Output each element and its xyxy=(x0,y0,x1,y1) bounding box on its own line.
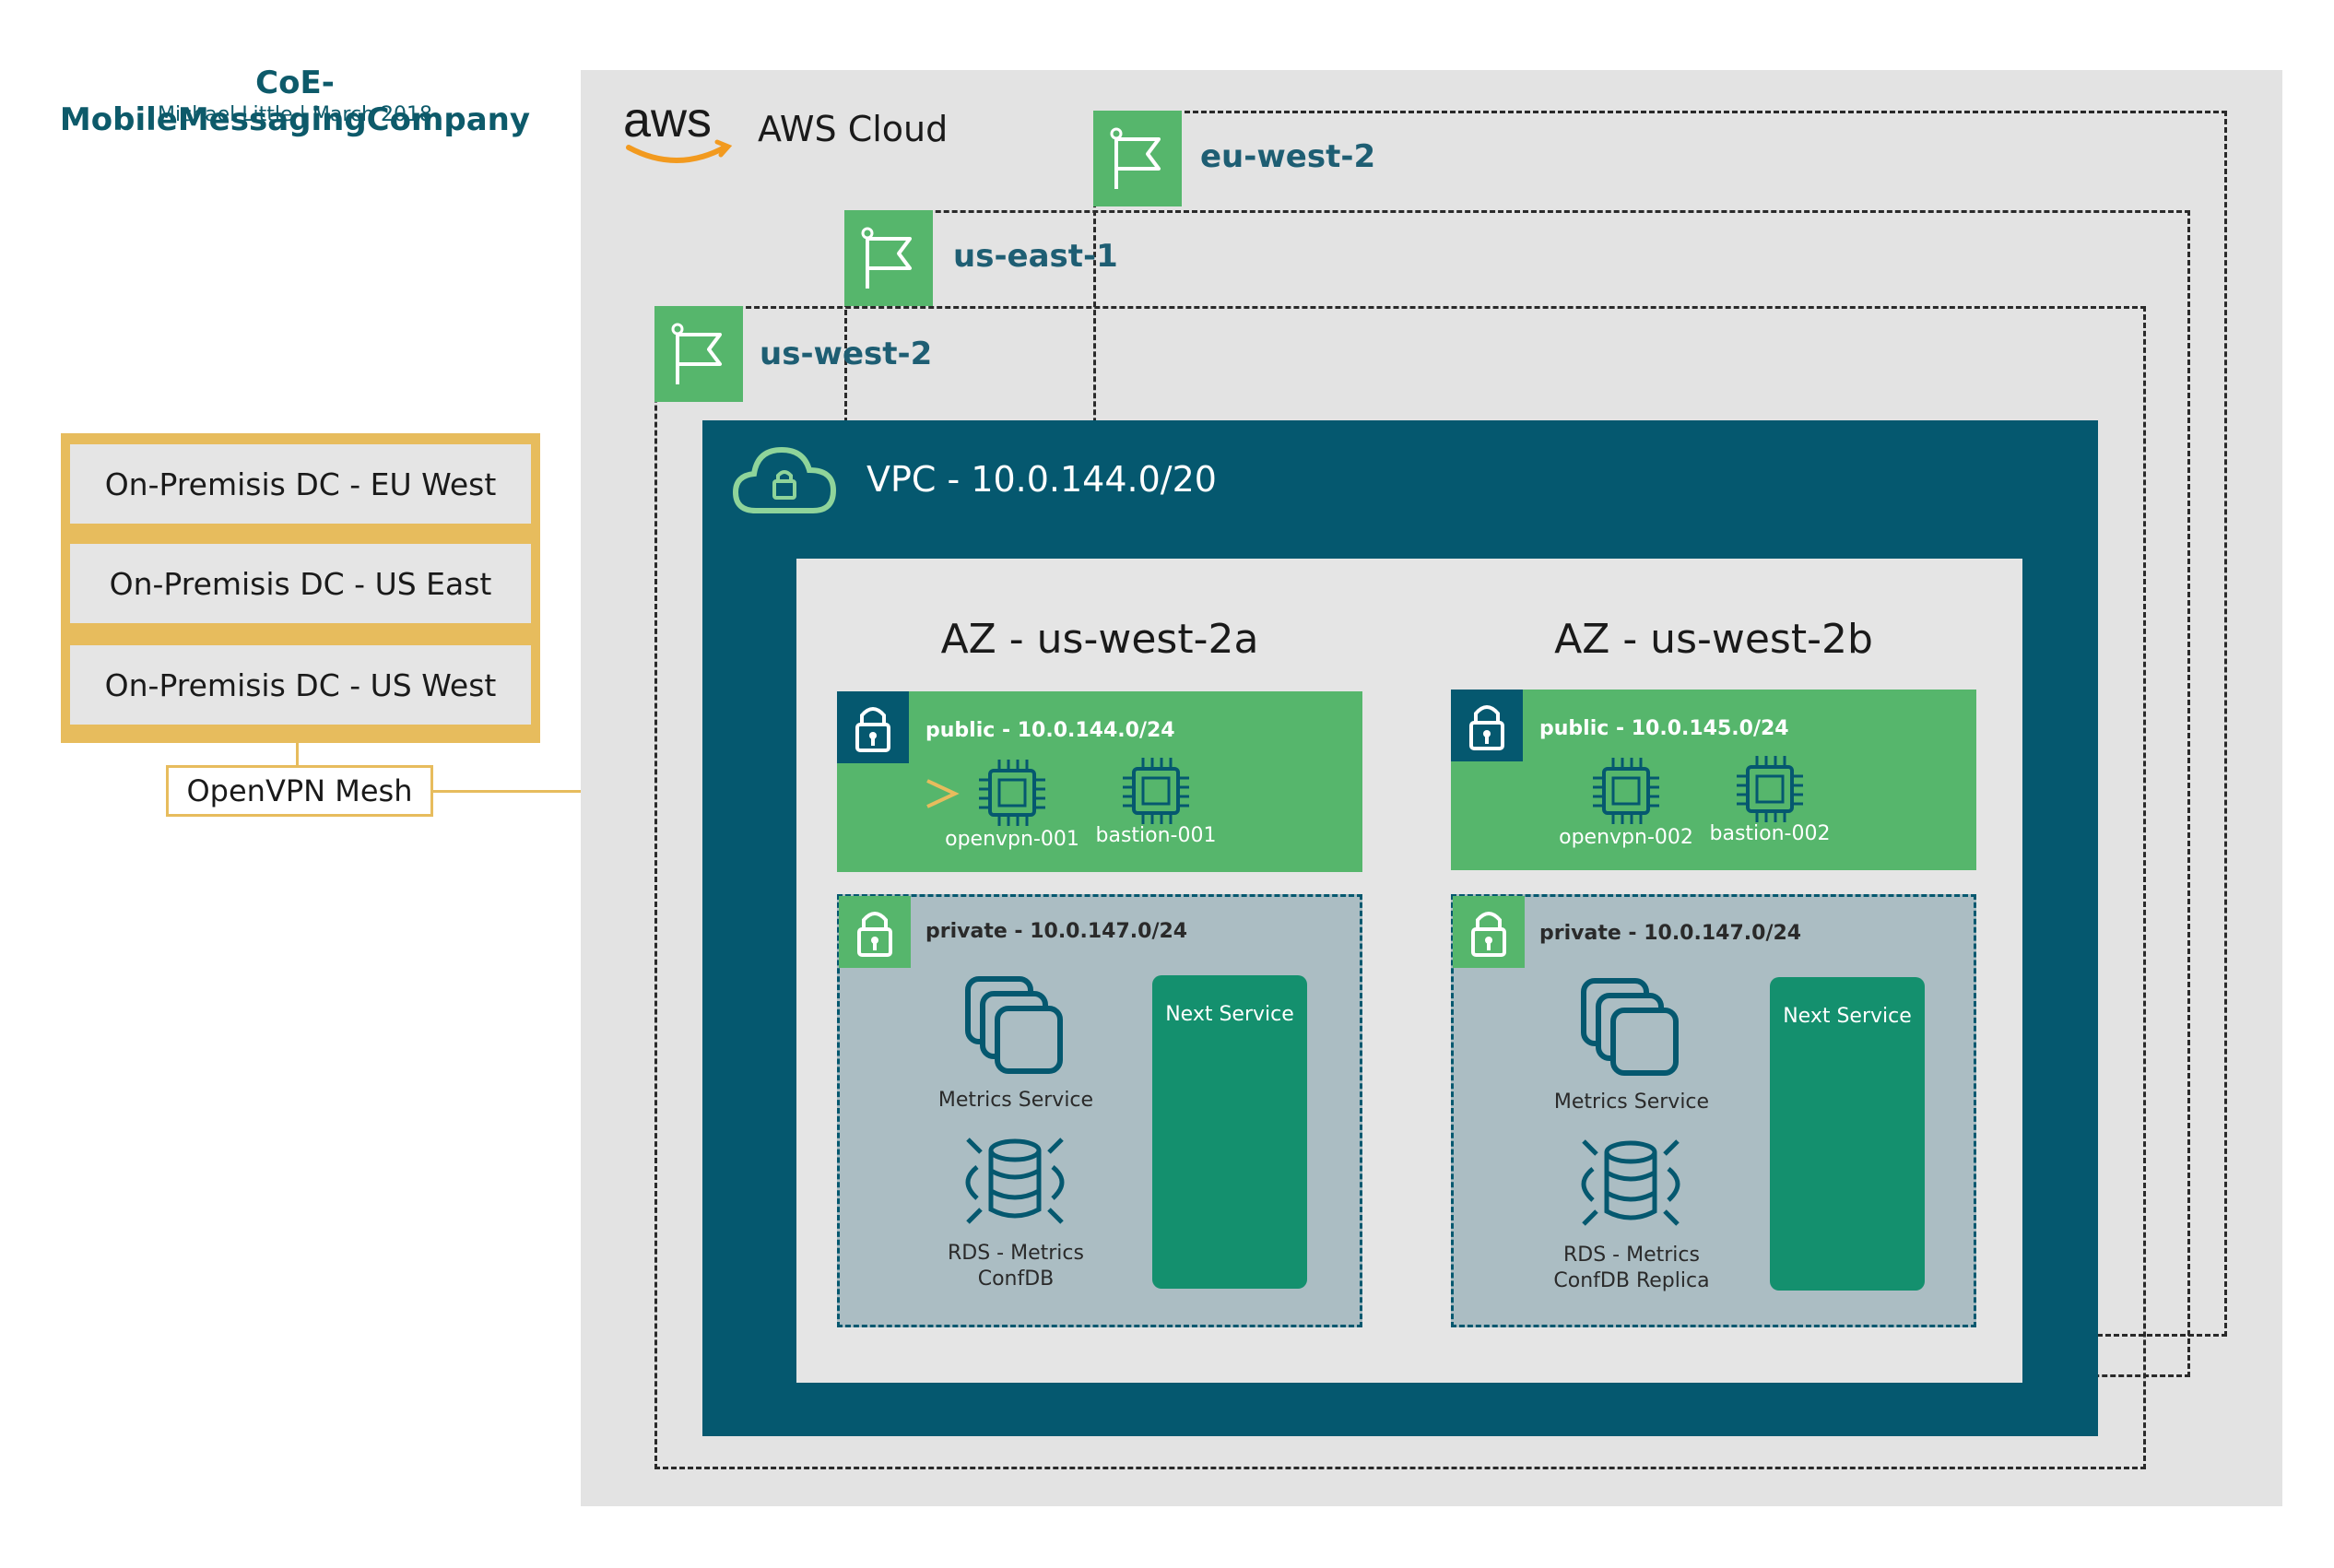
chip-icon xyxy=(1733,752,1807,830)
diagram-title: CoE-MobileMessagingCompany xyxy=(59,65,531,138)
region-label-us-east-1: us-east-1 xyxy=(953,238,1118,275)
private-subnet-a-label: private - 10.0.147.0/24 xyxy=(925,920,1188,943)
rds-label-b-line2: ConfDB Replica xyxy=(1553,1269,1710,1292)
aws-cloud-label: AWS Cloud xyxy=(758,109,949,149)
dc-us-east: On-Premisis DC - US East xyxy=(70,544,531,623)
rds-label-a-line1: RDS - Metrics xyxy=(948,1242,1084,1265)
rds-label-b-line1: RDS - Metrics xyxy=(1563,1244,1700,1267)
openvpn-mesh-label: OpenVPN Mesh xyxy=(166,765,433,817)
public-subnet-b-label: public - 10.0.145.0/24 xyxy=(1539,717,1789,740)
dc-eu-west: On-Premisis DC - EU West xyxy=(70,444,531,524)
vpn-arrowhead xyxy=(922,777,961,814)
flag-icon xyxy=(654,306,743,402)
database-icon xyxy=(955,1130,1075,1235)
region-label-eu-west-2: eu-west-2 xyxy=(1200,138,1376,175)
vpc-label: VPC - 10.0.144.0/20 xyxy=(866,459,1217,500)
dc-us-west: On-Premisis DC - US West xyxy=(70,645,531,725)
instance-label-bastion-002: bastion-002 xyxy=(1709,822,1831,845)
container-stack-icon xyxy=(962,973,1073,1084)
private-subnet-b-label: private - 10.0.147.0/24 xyxy=(1539,922,1802,945)
chip-icon xyxy=(1119,754,1193,831)
public-subnet-a-label: public - 10.0.144.0/24 xyxy=(925,719,1175,742)
aws-logo-text: aws xyxy=(623,94,712,147)
lock-icon xyxy=(1451,690,1523,761)
lock-icon xyxy=(1453,896,1525,968)
flag-icon xyxy=(1093,111,1182,206)
next-service-a: Next Service xyxy=(1152,975,1307,1289)
vpn-connector xyxy=(296,743,299,765)
instance-label-openvpn-002: openvpn-002 xyxy=(1559,826,1693,849)
chip-icon xyxy=(1589,754,1663,831)
next-service-b: Next Service xyxy=(1770,977,1925,1291)
rds-label-a-line2: ConfDB xyxy=(977,1267,1055,1291)
az-title-a: AZ - us-west-2a xyxy=(940,616,1259,663)
lock-icon xyxy=(837,691,909,763)
aws-logo-icon: aws xyxy=(621,92,741,171)
database-icon xyxy=(1571,1132,1691,1237)
region-label-us-west-2: us-west-2 xyxy=(760,336,933,372)
container-stack-icon xyxy=(1578,975,1689,1086)
chip-icon xyxy=(975,756,1049,833)
az-title-b: AZ - us-west-2b xyxy=(1554,616,1873,663)
lock-icon xyxy=(839,896,911,968)
instance-label-openvpn-001: openvpn-001 xyxy=(945,828,1079,851)
metrics-service-label-a: Metrics Service xyxy=(937,1089,1094,1112)
cloud-lock-icon xyxy=(730,441,841,522)
metrics-service-label-b: Metrics Service xyxy=(1553,1091,1710,1114)
flag-icon xyxy=(844,210,933,306)
instance-label-bastion-001: bastion-001 xyxy=(1095,824,1217,847)
diagram-subtitle: Michael Little | March 2018 xyxy=(158,103,432,126)
